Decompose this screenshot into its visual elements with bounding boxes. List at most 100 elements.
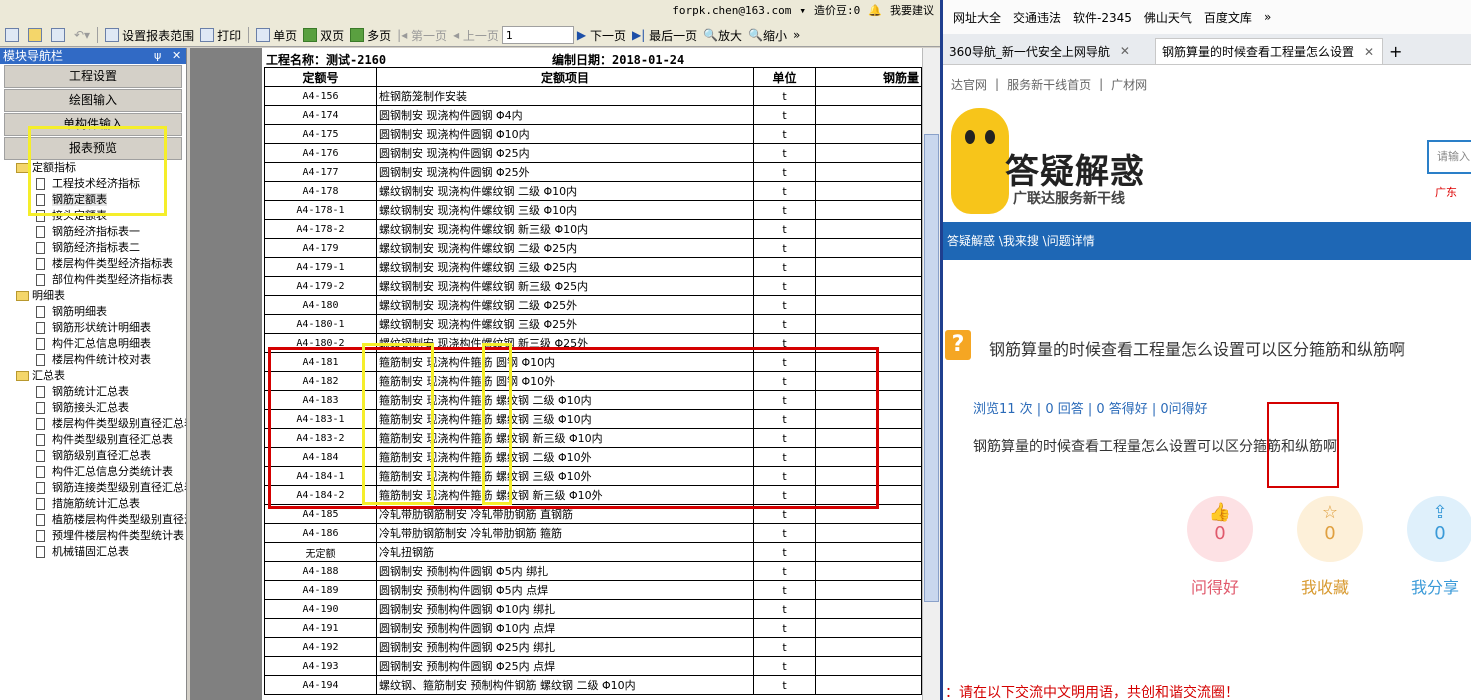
tree-item[interactable]: 钢筋明细表 — [0, 304, 186, 320]
share-label[interactable]: 我分享 — [1411, 574, 1459, 598]
report-application: ↶▾ 设置报表范围 打印 单页 双页 多页 |◂ 第一页 ◂ 上一页 1 ▶ 下… — [0, 0, 940, 700]
tree-item[interactable]: 钢筋经济指标表二 — [0, 240, 186, 256]
tree-item[interactable]: 钢筋经济指标表一 — [0, 224, 186, 240]
nav-tab-report-preview[interactable]: 报表预览 — [4, 137, 182, 160]
last-page-button[interactable]: ▶| 最后一页 — [629, 25, 700, 45]
first-page-button[interactable]: |◂ 第一页 — [394, 25, 450, 45]
unit-cell: t — [753, 599, 816, 619]
zoom-in-button[interactable]: 🔍 放大 — [700, 25, 745, 45]
page-number-input[interactable]: 1 — [501, 26, 574, 44]
share-button[interactable]: ⇪ 0 — [1407, 496, 1471, 562]
site-link-1[interactable]: 服务新干线首页 — [1007, 76, 1091, 93]
bookmark-overflow-icon[interactable]: » — [1264, 10, 1271, 24]
feedback-link[interactable]: 我要建议 — [890, 2, 934, 18]
quota-table-body: A4-156 桩钢筋笼制作安装 t A4-174 圆钢制安 现浇构件圆钢 Φ4内 t A4-… — [264, 86, 922, 695]
double-page-button[interactable]: 双页 — [300, 25, 347, 45]
tree-item[interactable]: 钢筋定额表 — [0, 192, 186, 208]
new-file-button[interactable] — [2, 25, 25, 45]
pin-icon[interactable]: ψ — [154, 48, 161, 64]
site-link-2[interactable]: 广材网 — [1111, 76, 1147, 93]
tree-item[interactable]: 工程技术经济指标 — [0, 176, 186, 192]
favorite-button[interactable]: ☆ 0 — [1297, 496, 1363, 562]
save-button[interactable] — [48, 25, 71, 45]
bell-icon[interactable]: 🔔 — [868, 4, 882, 17]
tree-item[interactable]: 楼层构件统计校对表 — [0, 352, 186, 368]
document-icon — [36, 242, 45, 254]
tree-item[interactable]: 钢筋统计汇总表 — [0, 384, 186, 400]
tree-item[interactable]: 构件类型级别直径汇总表 — [0, 432, 186, 448]
close-icon[interactable]: ✕ — [172, 48, 181, 64]
tree-item[interactable]: 楼层构件类型经济指标表 — [0, 256, 186, 272]
search-input[interactable]: 请输入 — [1427, 140, 1471, 174]
breadcrumb[interactable]: 答疑解惑 \我来搜 \问题详情 — [943, 222, 1471, 260]
tab-close-icon[interactable]: ✕ — [1120, 44, 1130, 58]
bookmark-3[interactable]: 佛山天气 — [1144, 9, 1192, 26]
tree-item[interactable]: 预埋件楼层构件类型统计表 — [0, 528, 186, 544]
table-row: 无定额 冷轧扭钢筋 t — [264, 542, 922, 562]
quantity-cell — [815, 162, 922, 182]
tree-item[interactable]: 机械锚固汇总表 — [0, 544, 186, 560]
browser-tab-0[interactable]: 360导航_新一代安全上网导航 ✕ — [943, 38, 1153, 64]
new-tab-button[interactable]: + — [1383, 38, 1413, 64]
quantity-cell — [815, 561, 922, 581]
undo-button[interactable]: ↶▾ — [71, 25, 93, 45]
report-header: 工程名称：测试-2160 编制日期：2018-01-24 — [262, 48, 922, 67]
tree-item-label: 楼层构件类型级别直径汇总表 — [52, 417, 186, 430]
bookmark-1[interactable]: 交通违法 — [1013, 9, 1061, 26]
tree-item[interactable]: 楼层构件类型级别直径汇总表 — [0, 416, 186, 432]
favorite-label[interactable]: 我收藏 — [1301, 574, 1349, 598]
tree-item[interactable]: 钢筋连接类型级别直径汇总表 — [0, 480, 186, 496]
browser-tab-1[interactable]: 钢筋算量的时候查看工程量怎么设置 ✕ — [1155, 38, 1383, 64]
nav-tab-single-component[interactable]: 单构件输入 — [4, 113, 182, 136]
quota-item-cell: 圆钢制安 现浇构件圆钢 Φ25外 — [376, 162, 754, 182]
bookmark-4[interactable]: 百度文库 — [1204, 9, 1252, 26]
tree-item[interactable]: 部位构件类型经济指标表 — [0, 272, 186, 288]
print-button[interactable]: 打印 — [197, 25, 244, 45]
quota-code-cell: A4-175 — [264, 124, 377, 144]
tree-folder[interactable]: 汇总表 — [0, 368, 186, 384]
tree-item[interactable]: 钢筋接头汇总表 — [0, 400, 186, 416]
unit-cell: t — [753, 181, 816, 201]
prev-page-button[interactable]: ◂ 上一页 — [450, 25, 502, 45]
question-stats[interactable]: 浏览11 次 | 0 回答 | 0 答得好 | 0问得好 — [973, 398, 1208, 417]
unit-cell: t — [753, 257, 816, 277]
tree-item[interactable]: 构件汇总信息分类统计表 — [0, 464, 186, 480]
tree-item[interactable]: 接头定额表 — [0, 208, 186, 224]
tree-item[interactable]: 钢筋级别直径汇总表 — [0, 448, 186, 464]
tree-item[interactable]: 措施筋统计汇总表 — [0, 496, 186, 512]
site-link-0[interactable]: 达官网 — [951, 76, 987, 93]
tree-item[interactable]: 构件汇总信息明细表 — [0, 336, 186, 352]
tree-folder[interactable]: 定额指标 — [0, 160, 186, 176]
open-file-button[interactable] — [25, 25, 48, 45]
bookmark-2[interactable]: 软件-2345 — [1073, 9, 1132, 26]
quota-item-cell: 螺纹钢制安 现浇构件螺纹钢 三级 Φ25外 — [376, 314, 754, 334]
nav-tab-project-settings[interactable]: 工程设置 — [4, 65, 182, 88]
tree-item[interactable]: 植筋楼层构件类型级别直径汇总表 — [0, 512, 186, 528]
quantity-cell — [815, 257, 922, 277]
like-label[interactable]: 问得好 — [1191, 574, 1239, 598]
account-dropdown-icon[interactable]: ▾ — [799, 4, 806, 17]
set-report-range-button[interactable]: 设置报表范围 — [102, 25, 197, 45]
tree-item[interactable]: 钢筋形状统计明细表 — [0, 320, 186, 336]
unit-cell: t — [753, 314, 816, 334]
zoom-out-button[interactable]: 🔍 缩小 — [745, 25, 790, 45]
account-email[interactable]: forpk.chen@163.com — [672, 4, 791, 17]
report-scrollbar[interactable] — [922, 48, 940, 700]
nav-tab-drawing-input[interactable]: 绘图输入 — [4, 89, 182, 112]
scrollbar-thumb[interactable] — [924, 134, 939, 602]
tab-close-icon[interactable]: ✕ — [1364, 45, 1374, 59]
quota-code-cell: A4-179-2 — [264, 276, 377, 296]
tree-item-label: 钢筋经济指标表一 — [52, 225, 140, 238]
next-page-button[interactable]: ▶ 下一页 — [574, 25, 629, 45]
tree-folder[interactable]: 明细表 — [0, 288, 186, 304]
quota-code-cell: A4-156 — [264, 86, 377, 106]
table-row: A4-194 螺纹钢、箍筋制安 预制构件钢筋 螺纹钢 二级 Φ10内 t — [264, 675, 922, 695]
toolbar-overflow-button[interactable]: » — [790, 25, 803, 45]
quota-code-cell: A4-181 — [264, 352, 377, 372]
tree-item-label: 植筋楼层构件类型级别直径汇总表 — [52, 513, 186, 526]
multi-page-button[interactable]: 多页 — [347, 25, 394, 45]
single-page-button[interactable]: 单页 — [253, 25, 300, 45]
bookmark-0[interactable]: 网址大全 — [953, 9, 1001, 26]
like-button[interactable]: 👍 0 — [1187, 496, 1253, 562]
quantity-cell — [815, 276, 922, 296]
